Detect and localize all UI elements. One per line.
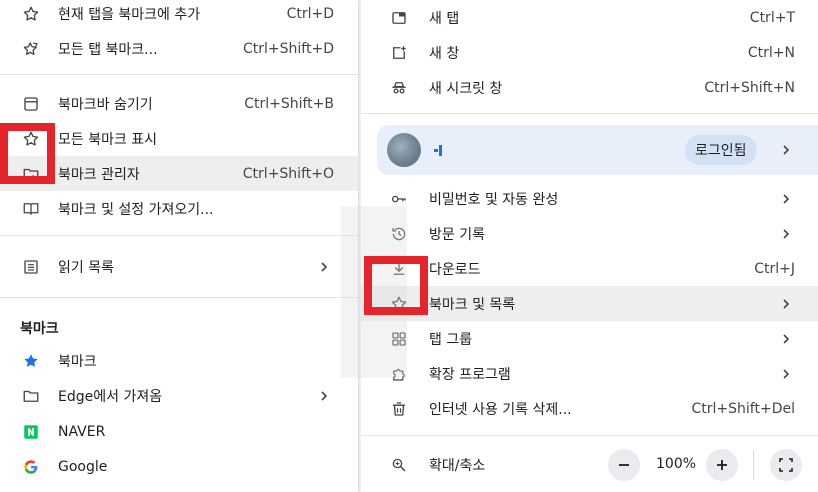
downloads-item[interactable]: 다운로드 Ctrl+J xyxy=(361,251,818,286)
clear-browsing-data-label: 인터넷 사용 기록 삭제... xyxy=(429,401,572,418)
chevron-right-icon xyxy=(779,192,793,206)
naver-icon xyxy=(21,422,41,442)
avatar xyxy=(387,133,421,167)
menu-divider xyxy=(0,235,358,236)
profile-name-icon xyxy=(432,142,444,158)
passwords-autofill-item[interactable]: 비밀번호 및 자동 완성 xyxy=(361,181,818,216)
star-outline-icon xyxy=(21,4,41,24)
fullscreen-icon xyxy=(779,458,793,472)
bookmarks-section-title: 북마크 xyxy=(20,321,59,337)
new-incognito-label: 새 시크릿 창 xyxy=(429,80,503,97)
import-bookmarks-label: 북마크 및 설정 가져오기... xyxy=(58,201,214,218)
bookmark-all-tabs-item[interactable]: 모든 탭 북마크... Ctrl+Shift+D xyxy=(0,31,358,66)
chevron-right-icon xyxy=(779,297,793,311)
show-all-bookmarks-label: 모든 북마크 표시 xyxy=(58,131,158,148)
add-bookmark-label: 현재 탭을 북마크에 추가 xyxy=(58,6,201,23)
fullscreen-button[interactable] xyxy=(770,449,802,481)
add-bookmark-shortcut: Ctrl+D xyxy=(286,5,334,22)
extensions-item[interactable]: 확장 프로그램 xyxy=(361,356,818,391)
tab-groups-label: 탭 그룹 xyxy=(429,331,473,348)
bookmark-folder-item[interactable]: 북마크 xyxy=(0,343,358,378)
chevron-right-icon xyxy=(779,143,793,157)
zoom-divider xyxy=(753,450,754,480)
menu-divider xyxy=(361,113,818,114)
naver-bookmark-item[interactable]: NAVER xyxy=(0,414,358,449)
clear-browsing-data-shortcut: Ctrl+Shift+Del xyxy=(691,400,795,417)
reading-list-icon xyxy=(21,257,41,277)
zoom-out-button[interactable] xyxy=(608,449,640,481)
reading-list-item[interactable]: 읽기 목록 xyxy=(0,249,358,284)
zoom-in-button[interactable] xyxy=(706,449,738,481)
downloads-shortcut: Ctrl+J xyxy=(754,260,795,277)
new-window-icon xyxy=(389,43,409,63)
google-bookmark-item[interactable]: Google xyxy=(0,449,358,484)
hide-bookmark-bar-item[interactable]: 북마크바 숨기기 Ctrl+Shift+B xyxy=(0,86,358,121)
bookmarks-and-lists-label: 북마크 및 목록 xyxy=(429,296,516,313)
bookmark-manager-shortcut: Ctrl+Shift+O xyxy=(242,165,334,182)
incognito-icon xyxy=(389,78,409,98)
google-bookmark-label: Google xyxy=(58,458,108,475)
star-filled-icon xyxy=(21,351,41,371)
new-window-shortcut: Ctrl+N xyxy=(747,44,795,61)
downloads-label: 다운로드 xyxy=(429,261,481,278)
browser-main-menu: 새 탭 Ctrl+T 새 창 Ctrl+N 새 시크릿 창 Ctrl+Shift… xyxy=(361,0,818,492)
edge-import-folder-item[interactable]: Edge에서 가져옴 xyxy=(0,378,358,413)
folder-icon xyxy=(21,386,41,406)
trash-icon xyxy=(389,399,409,419)
add-bookmark-item[interactable]: 현재 탭을 북마크에 추가 Ctrl+D xyxy=(0,0,358,31)
bookmarks-and-lists-item[interactable]: 북마크 및 목록 xyxy=(361,286,818,321)
bookmark-all-tabs-shortcut: Ctrl+Shift+D xyxy=(243,40,334,57)
zoom-icon xyxy=(389,455,409,475)
chevron-right-icon xyxy=(779,367,793,381)
edge-import-folder-label: Edge에서 가져옴 xyxy=(58,388,163,405)
new-tab-item[interactable]: 새 탭 Ctrl+T xyxy=(361,0,818,35)
tab-groups-item[interactable]: 탭 그룹 xyxy=(361,321,818,356)
menu-divider xyxy=(361,435,818,436)
menu-divider xyxy=(0,297,358,298)
hide-bookmark-bar-shortcut: Ctrl+Shift+B xyxy=(244,95,334,112)
minus-icon xyxy=(619,464,629,466)
new-window-label: 새 창 xyxy=(429,45,460,62)
chevron-right-icon xyxy=(779,227,793,241)
new-window-item[interactable]: 새 창 Ctrl+N xyxy=(361,35,818,70)
google-icon xyxy=(21,457,41,477)
bookmark-bar-icon xyxy=(21,94,41,114)
profile-card[interactable]: 로그인됨 xyxy=(377,125,818,175)
zoom-label: 확대/축소 xyxy=(429,458,486,474)
signed-in-badge: 로그인됨 xyxy=(685,135,757,165)
history-label: 방문 기록 xyxy=(429,226,485,243)
new-tab-label: 새 탭 xyxy=(429,10,460,27)
naver-bookmark-label: NAVER xyxy=(58,423,106,440)
clear-browsing-data-item[interactable]: 인터넷 사용 기록 삭제... Ctrl+Shift+Del xyxy=(361,391,818,426)
zoom-level-value: 100% xyxy=(656,456,697,472)
menu-divider xyxy=(0,74,358,75)
new-incognito-shortcut: Ctrl+Shift+N xyxy=(704,79,795,96)
history-item[interactable]: 방문 기록 xyxy=(361,216,818,251)
import-book-icon xyxy=(21,199,41,219)
bookmarks-submenu: 현재 탭을 북마크에 추가 Ctrl+D 모든 탭 북마크... Ctrl+Sh… xyxy=(0,0,358,492)
new-tab-icon xyxy=(389,8,409,28)
hide-bookmark-bar-label: 북마크바 숨기기 xyxy=(58,96,153,113)
bookmark-all-tabs-label: 모든 탭 북마크... xyxy=(58,41,158,58)
chevron-right-icon xyxy=(317,260,331,274)
new-incognito-item[interactable]: 새 시크릿 창 Ctrl+Shift+N xyxy=(361,70,818,105)
zoom-row: 확대/축소 100% xyxy=(361,447,818,483)
new-tab-shortcut: Ctrl+T xyxy=(749,9,795,26)
passwords-autofill-label: 비밀번호 및 자동 완성 xyxy=(429,191,559,208)
star-multi-icon xyxy=(21,39,41,59)
plus-icon xyxy=(717,460,727,470)
chevron-right-icon xyxy=(317,389,331,403)
reading-list-label: 읽기 목록 xyxy=(58,259,114,276)
extensions-label: 확장 프로그램 xyxy=(429,366,511,383)
import-bookmarks-item[interactable]: 북마크 및 설정 가져오기... xyxy=(0,191,358,226)
chevron-right-icon xyxy=(779,332,793,346)
highlight-box xyxy=(0,123,55,184)
highlight-box xyxy=(364,256,428,315)
bookmark-manager-label: 북마크 관리자 xyxy=(58,166,140,183)
bookmark-folder-label: 북마크 xyxy=(58,353,97,370)
